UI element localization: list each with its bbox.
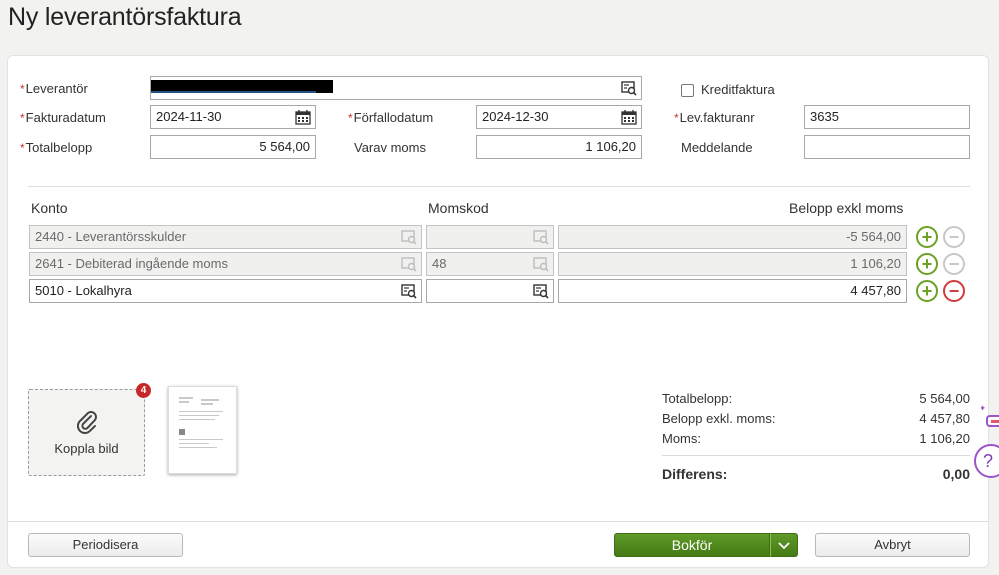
- remove-row-icon[interactable]: −: [943, 226, 965, 248]
- varav-moms-label: Varav moms: [354, 140, 426, 155]
- add-row-icon[interactable]: +: [916, 280, 938, 302]
- forfallodatum-value: 2024-12-30: [482, 109, 549, 124]
- paperclip-icon: [77, 411, 97, 434]
- forfallodatum-field[interactable]: 2024-12-30: [476, 105, 642, 129]
- chevron-down-icon: [778, 542, 790, 550]
- kreditfaktura-checkbox[interactable]: [681, 84, 694, 97]
- invoice-panel: *Leverantör Kreditfaktura *Fakturadatum …: [7, 55, 989, 568]
- lookup-icon[interactable]: [621, 80, 637, 96]
- calendar-icon[interactable]: [621, 109, 637, 125]
- add-row-icon[interactable]: +: [916, 226, 938, 248]
- assistant-bot-icon[interactable]: [981, 404, 999, 430]
- table-row-momskod[interactable]: 48: [426, 252, 554, 276]
- document-preview-icon: [179, 397, 223, 448]
- bokfor-button[interactable]: Bokför: [614, 533, 770, 557]
- lookup-icon[interactable]: [401, 283, 417, 299]
- table-row-momskod[interactable]: [426, 279, 554, 303]
- attachment-thumbnail[interactable]: [168, 386, 237, 474]
- table-row-belopp[interactable]: 1 106,20: [558, 252, 907, 276]
- lookup-icon: [401, 257, 417, 272]
- section-divider: [28, 186, 970, 187]
- periodisera-button[interactable]: Periodisera: [28, 533, 183, 557]
- meddelande-field[interactable]: [804, 135, 970, 159]
- table-row-belopp[interactable]: 4 457,80: [558, 279, 907, 303]
- remove-row-icon[interactable]: −: [943, 280, 965, 302]
- table-row-konto[interactable]: 5010 - Lokalhyra: [29, 279, 422, 303]
- footer-divider: [8, 521, 988, 522]
- totalbelopp-label: *Totalbelopp: [20, 140, 93, 155]
- varav-moms-field[interactable]: 1 106,20: [476, 135, 642, 159]
- table-row-konto[interactable]: 2641 - Debiterad ingående moms: [29, 252, 422, 276]
- lookup-icon: [401, 230, 417, 245]
- fakturadatum-value: 2024-11-30: [156, 109, 222, 124]
- summary-totalbelopp: Totalbelopp: 5 564,00: [662, 391, 970, 406]
- levfakturanr-label: *Lev.fakturanr: [674, 110, 755, 125]
- table-row-konto[interactable]: 2440 - Leverantörsskulder: [29, 225, 422, 249]
- fakturadatum-field[interactable]: 2024-11-30: [150, 105, 316, 129]
- supplier-link: [151, 91, 316, 93]
- lookup-icon[interactable]: [533, 283, 549, 299]
- avbryt-button[interactable]: Avbryt: [815, 533, 970, 557]
- lookup-icon: [533, 257, 549, 272]
- table-row-momskod[interactable]: [426, 225, 554, 249]
- bokfor-dropdown-button[interactable]: [770, 533, 798, 557]
- table-row-belopp[interactable]: -5 564,00: [558, 225, 907, 249]
- calendar-icon[interactable]: [295, 109, 311, 125]
- summary-differens: Differens: 0,00: [662, 466, 970, 482]
- koppla-bild-dropzone[interactable]: Koppla bild: [28, 389, 145, 476]
- fakturadatum-label: *Fakturadatum: [20, 110, 106, 125]
- totalbelopp-field[interactable]: 5 564,00: [150, 135, 316, 159]
- summary-divider: [662, 455, 970, 456]
- konto-header: Konto: [31, 200, 68, 216]
- kreditfaktura-label: Kreditfaktura: [701, 82, 775, 97]
- koppla-bild-label: Koppla bild: [54, 441, 119, 456]
- remove-row-icon[interactable]: −: [943, 253, 965, 275]
- forfallodatum-label: *Förfallodatum: [348, 110, 434, 125]
- meddelande-label: Meddelande: [681, 140, 753, 155]
- attachment-count-badge: 4: [136, 383, 151, 398]
- levfakturanr-field[interactable]: 3635: [804, 105, 970, 129]
- add-row-icon[interactable]: +: [916, 253, 938, 275]
- lookup-icon: [533, 230, 549, 245]
- summary-moms: Moms: 1 106,20: [662, 431, 970, 446]
- momskod-header: Momskod: [428, 200, 489, 216]
- summary-exkl-moms: Belopp exkl. moms: 4 457,80: [662, 411, 970, 426]
- page-title: Ny leverantörsfaktura: [8, 3, 242, 31]
- leverantor-label: *Leverantör: [20, 81, 88, 96]
- belopp-header: Belopp exkl moms: [789, 200, 904, 216]
- leverantor-field[interactable]: [150, 76, 642, 100]
